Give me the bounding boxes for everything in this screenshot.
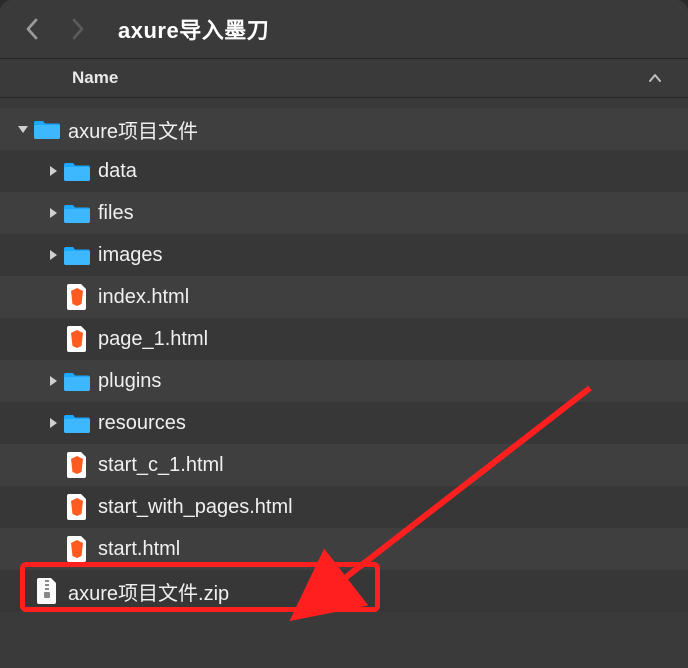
folder-icon [64,200,90,226]
folder-icon [34,116,60,142]
titlebar: axure导入墨刀 [0,0,688,58]
folder-icon [64,410,90,436]
disclosure-right-icon[interactable] [44,162,62,180]
forward-button[interactable] [64,15,92,43]
html-file-icon [64,536,90,562]
back-button[interactable] [18,15,46,43]
folder-icon [64,158,90,184]
disclosure-down-icon[interactable] [14,120,32,138]
item-name: data [98,160,137,183]
item-name: page_1.html [98,328,208,351]
item-name: resources [98,412,186,435]
file-row[interactable]: page_1.html [0,318,688,360]
item-name: axure项目文件.zip [68,577,229,606]
column-name-label: Name [72,68,646,88]
file-row[interactable]: axure项目文件.zip [0,570,688,612]
sort-indicator-icon [646,69,664,87]
folder-icon [64,242,90,268]
window-title: axure导入墨刀 [118,13,269,45]
folder-row[interactable]: images [0,234,688,276]
html-file-icon [64,494,90,520]
item-name: start_with_pages.html [98,496,293,519]
item-name: start.html [98,538,180,561]
folder-row[interactable]: files [0,192,688,234]
folder-row[interactable]: axure项目文件 [0,108,688,150]
item-name: images [98,244,162,267]
html-file-icon [64,284,90,310]
html-file-icon [64,452,90,478]
file-row[interactable]: start_with_pages.html [0,486,688,528]
item-name: files [98,202,134,225]
folder-row[interactable]: resources [0,402,688,444]
column-header[interactable]: Name [0,58,688,98]
folder-row[interactable]: data [0,150,688,192]
finder-window: axure导入墨刀 Name axure项目文件 data [0,0,688,668]
folder-row[interactable]: plugins [0,360,688,402]
disclosure-right-icon[interactable] [44,204,62,222]
item-name: plugins [98,370,161,393]
file-row[interactable]: start.html [0,528,688,570]
file-list: axure项目文件 data files [0,98,688,668]
item-name: index.html [98,286,189,309]
folder-icon [64,368,90,394]
item-name: axure项目文件 [68,115,198,144]
zip-file-icon [34,578,60,604]
file-row[interactable]: index.html [0,276,688,318]
file-row[interactable]: start_c_1.html [0,444,688,486]
disclosure-right-icon[interactable] [44,372,62,390]
disclosure-right-icon[interactable] [44,246,62,264]
html-file-icon [64,326,90,352]
item-name: start_c_1.html [98,454,224,477]
disclosure-right-icon[interactable] [44,414,62,432]
